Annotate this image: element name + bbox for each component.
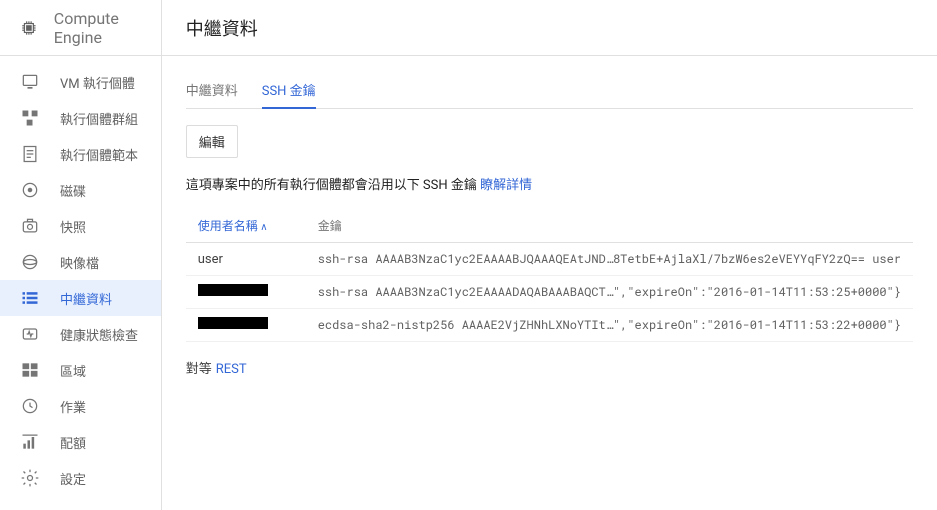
- sidebar-item-instance-templates[interactable]: 執行個體範本: [0, 136, 161, 172]
- cell-key: ecdsa-sha2-nistp256 AAAAE2VjZHNhLXNoYTIt…: [318, 317, 901, 333]
- sidebar-item-label: 作業: [60, 397, 86, 416]
- table-row: ssh-rsa AAAAB3NzaC1yc2EAAAADAQABAAABAQCT…: [186, 276, 913, 309]
- tab-metadata[interactable]: 中繼資料: [186, 72, 238, 109]
- redacted-user: [198, 317, 268, 329]
- footer-link: 對等 REST: [186, 358, 913, 377]
- sidebar-item-label: 配額: [60, 433, 86, 452]
- sidebar-header: Compute Engine: [0, 0, 161, 56]
- page-title: 中繼資料: [186, 15, 258, 41]
- template-icon: [20, 144, 40, 164]
- tabs: 中繼資料 SSH 金鑰: [186, 72, 913, 109]
- sidebar-item-disks[interactable]: 磁碟: [0, 172, 161, 208]
- cell-key: ssh-rsa AAAAB3NzaC1yc2EAAAADAQABAAABAQCT…: [318, 284, 901, 300]
- sidebar-item-metadata[interactable]: 中繼資料: [0, 280, 161, 316]
- sidebar-item-label: 快照: [60, 217, 86, 236]
- sidebar-item-vm-instances[interactable]: VM 執行個體: [0, 64, 161, 100]
- sidebar-item-quotas[interactable]: 配額: [0, 424, 161, 460]
- footer-lead: 對等: [186, 362, 212, 377]
- col-header-key: 金鑰: [318, 217, 901, 234]
- main: 中繼資料 中繼資料 SSH 金鑰 編輯 這項專案中的所有執行個體都會沿用以下 S…: [162, 0, 937, 510]
- description: 這項專案中的所有執行個體都會沿用以下 SSH 金鑰 瞭解詳情: [186, 174, 913, 193]
- sidebar-item-label: VM 執行個體: [60, 73, 135, 92]
- cell-user: [198, 284, 318, 300]
- tab-ssh-keys[interactable]: SSH 金鑰: [262, 72, 316, 109]
- sidebar-item-operations[interactable]: 作業: [0, 388, 161, 424]
- operations-icon: [20, 396, 40, 416]
- sidebar-item-label: 映像檔: [60, 253, 99, 272]
- col-header-user[interactable]: 使用者名稱: [198, 217, 318, 234]
- zones-icon: [20, 360, 40, 380]
- edit-button[interactable]: 編輯: [186, 125, 238, 158]
- sidebar-item-label: 磁碟: [60, 181, 86, 200]
- table-row: ecdsa-sha2-nistp256 AAAAE2VjZHNhLXNoYTIt…: [186, 309, 913, 342]
- groups-icon: [20, 108, 40, 128]
- snapshot-icon: [20, 216, 40, 236]
- rest-link[interactable]: REST: [216, 362, 247, 377]
- learn-more-link[interactable]: 瞭解詳情: [480, 178, 532, 193]
- sidebar: Compute Engine VM 執行個體 執行個體群組 執行個體範本 磁碟 …: [0, 0, 162, 510]
- quota-icon: [20, 432, 40, 452]
- image-icon: [20, 252, 40, 272]
- main-body: 中繼資料 SSH 金鑰 編輯 這項專案中的所有執行個體都會沿用以下 SSH 金鑰…: [162, 56, 937, 510]
- cell-user: user: [198, 252, 318, 267]
- product-name: Compute Engine: [54, 9, 141, 47]
- compute-engine-icon: [20, 16, 38, 40]
- table-header: 使用者名稱 金鑰: [186, 209, 913, 243]
- sidebar-item-label: 區域: [60, 361, 86, 380]
- sidebar-item-label: 中繼資料: [60, 289, 112, 308]
- metadata-icon: [20, 288, 40, 308]
- sidebar-item-label: 健康狀態檢查: [60, 325, 138, 344]
- sidebar-item-label: 執行個體範本: [60, 145, 138, 164]
- cell-user: [198, 317, 318, 333]
- cell-key: ssh-rsa AAAAB3NzaC1yc2EAAAABJQAAAQEAtJND…: [318, 251, 901, 267]
- table-row: user ssh-rsa AAAAB3NzaC1yc2EAAAABJQAAAQE…: [186, 243, 913, 276]
- sidebar-item-label: 設定: [60, 469, 86, 488]
- sidebar-item-health-checks[interactable]: 健康狀態檢查: [0, 316, 161, 352]
- sidebar-item-label: 執行個體群組: [60, 109, 138, 128]
- sidebar-item-settings[interactable]: 設定: [0, 460, 161, 496]
- redacted-user: [198, 284, 268, 296]
- sidebar-item-instance-groups[interactable]: 執行個體群組: [0, 100, 161, 136]
- sidebar-item-images[interactable]: 映像檔: [0, 244, 161, 280]
- sidebar-nav: VM 執行個體 執行個體群組 執行個體範本 磁碟 快照 映像檔: [0, 56, 161, 510]
- sidebar-item-zones[interactable]: 區域: [0, 352, 161, 388]
- main-header: 中繼資料: [162, 0, 937, 56]
- disk-icon: [20, 180, 40, 200]
- gear-icon: [20, 468, 40, 488]
- vm-icon: [20, 72, 40, 92]
- sidebar-item-snapshots[interactable]: 快照: [0, 208, 161, 244]
- health-icon: [20, 324, 40, 344]
- description-text: 這項專案中的所有執行個體都會沿用以下 SSH 金鑰: [186, 178, 480, 193]
